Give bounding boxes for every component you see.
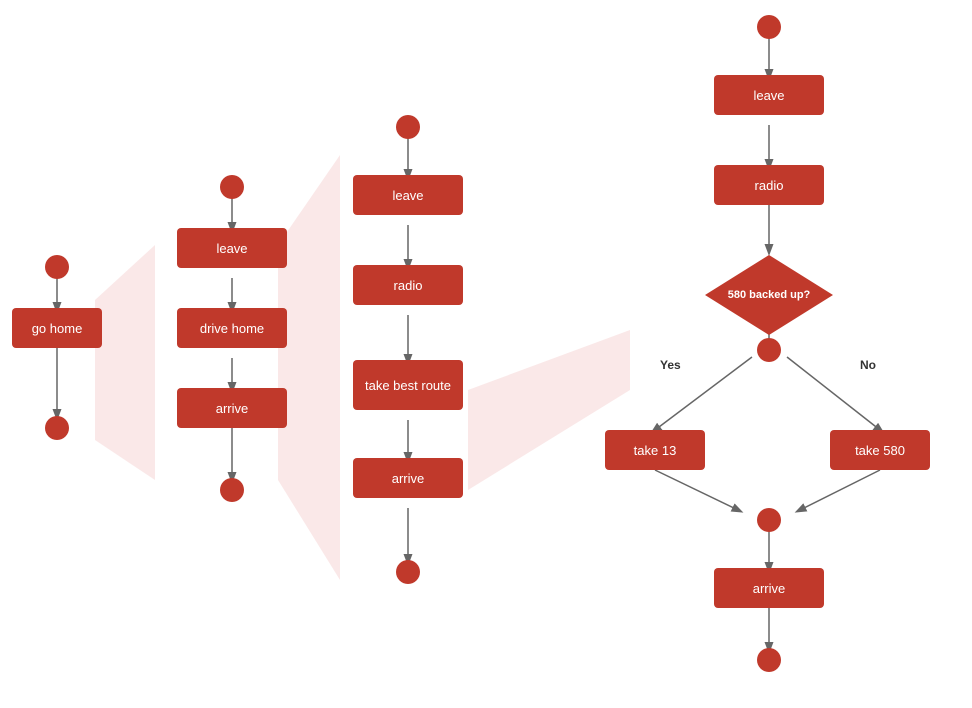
f3-end-circle bbox=[396, 560, 420, 584]
f4-end-circle bbox=[757, 648, 781, 672]
f2-leave-node: leave bbox=[177, 228, 287, 268]
f4-decision-node: 580 backed up? bbox=[700, 250, 838, 340]
f4-decision-circle bbox=[757, 338, 781, 362]
f4-arrow-13-merge bbox=[655, 470, 738, 510]
f3-start-circle bbox=[396, 115, 420, 139]
f4-decision-label: 580 backed up? bbox=[728, 288, 811, 302]
f4-take13-node: take 13 bbox=[605, 430, 705, 470]
no-label: No bbox=[860, 358, 876, 372]
f1-start-circle bbox=[45, 255, 69, 279]
f2-end-circle bbox=[220, 478, 244, 502]
yes-label: Yes bbox=[660, 358, 681, 372]
f3-take-best-route-node: take best route bbox=[353, 360, 463, 410]
f3-arrive-node: arrive bbox=[353, 458, 463, 498]
f3-radio-node: radio bbox=[353, 265, 463, 305]
f1-go-home-node: go home bbox=[12, 308, 102, 348]
f3-leave-node: leave bbox=[353, 175, 463, 215]
f1-end-circle bbox=[45, 416, 69, 440]
f4-arrow-580-merge bbox=[800, 470, 880, 510]
diagram-container: go home leave drive home arrive leave ra… bbox=[0, 0, 972, 708]
f4-arrive-node: arrive bbox=[714, 568, 824, 608]
f4-leave-node: leave bbox=[714, 75, 824, 115]
diagram-svg bbox=[0, 0, 972, 708]
fan-2-3 bbox=[278, 155, 340, 580]
f4-start-circle bbox=[757, 15, 781, 39]
f4-take580-node: take 580 bbox=[830, 430, 930, 470]
f2-drive-home-node: drive home bbox=[177, 308, 287, 348]
f4-merge-circle bbox=[757, 508, 781, 532]
f2-arrive-node: arrive bbox=[177, 388, 287, 428]
f4-radio-node: radio bbox=[714, 165, 824, 205]
fan-1-2 bbox=[95, 245, 155, 480]
f2-start-circle bbox=[220, 175, 244, 199]
